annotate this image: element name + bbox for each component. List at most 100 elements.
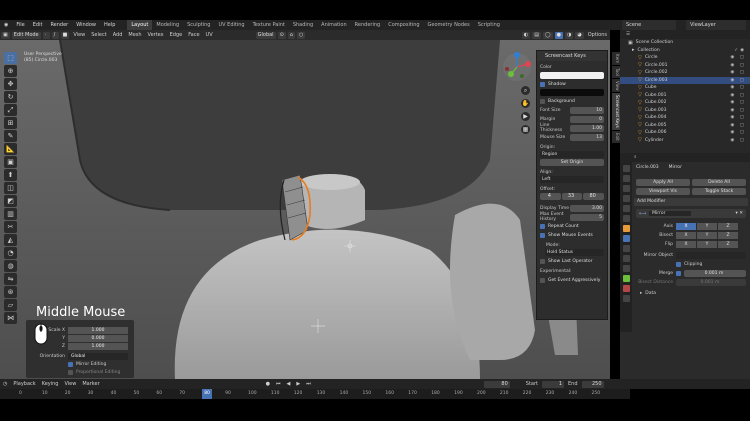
show-last-operator-toggle[interactable]: Show Last Operator (540, 257, 604, 265)
workspace-tab-uv-editing[interactable]: UV Editing (214, 20, 248, 30)
repeat-count-toggle[interactable]: Repeat Count (540, 222, 604, 230)
move-icon[interactable]: ✥ (4, 78, 17, 90)
align-dropdown[interactable]: Left (540, 176, 604, 183)
shear-icon[interactable]: ▱ (4, 299, 17, 311)
workspace-tab-compositing[interactable]: Compositing (384, 20, 423, 30)
show-mouse-toggle[interactable]: Show Mouse Events (540, 231, 604, 239)
proportional-editing-checkbox[interactable] (68, 369, 73, 375)
workspace-tab-rendering[interactable]: Rendering (351, 20, 385, 30)
play-reverse-icon[interactable]: ◀ (284, 379, 294, 389)
visibility-icon[interactable]: ◉ ▢ (730, 93, 750, 98)
outliner-item[interactable]: ▽ Circle.002 ◉ ▢ (620, 69, 750, 77)
inset-icon[interactable]: ◫ (4, 182, 17, 194)
outliner-item[interactable]: ▽ Circle.001 ◉ ▢ (620, 62, 750, 70)
menu-window[interactable]: Window (72, 20, 100, 30)
screencast-panel-title[interactable]: Screencast Keys (537, 51, 607, 61)
shadow-color-swatch[interactable] (540, 89, 604, 96)
outliner-item[interactable]: ▽ Cube.004 ◉ ▢ (620, 114, 750, 122)
world-tab-icon[interactable] (622, 215, 630, 222)
outliner-item[interactable]: ▽ Cube.003 ◉ ▢ (620, 107, 750, 115)
proportional-editing-row[interactable]: Proportional Editing (26, 368, 134, 376)
edge-select-icon[interactable]: / (51, 31, 59, 39)
xray-icon[interactable]: ▤ (532, 31, 541, 39)
bisect-distance-field[interactable]: 0.001 m (676, 278, 746, 286)
loop-cut-icon[interactable]: ▥ (4, 208, 17, 220)
viewport-vis-button[interactable]: Viewport Vis (636, 188, 690, 195)
workspace-tab-layout[interactable]: Layout (127, 20, 153, 30)
shading-solid-icon[interactable]: ● (554, 31, 563, 39)
sidebar-tab-screencast[interactable]: Screencast Keys (612, 93, 620, 131)
bevel-icon[interactable]: ◩ (4, 195, 17, 207)
visibility-icon[interactable]: ◉ ▢ (730, 100, 750, 105)
visibility-icon[interactable]: ◉ ▢ (730, 85, 750, 90)
outliner-item[interactable]: ▽ Cube.006 ◉ ▢ (620, 129, 750, 137)
get-event-checkbox[interactable] (540, 277, 545, 283)
origin-dropdown[interactable]: Region (540, 151, 604, 158)
workspace-tab-animation[interactable]: Animation (317, 20, 351, 30)
mouse-size-field[interactable]: 13 (570, 133, 604, 141)
start-frame-field[interactable]: 1 (542, 380, 564, 388)
mirror-modifier-header[interactable]: ⟷ Mirror ▾ ✕ (636, 209, 746, 218)
shading-rendered-icon[interactable]: ◕ (575, 31, 584, 39)
menu-uv[interactable]: UV (203, 30, 216, 40)
flip-z-toggle[interactable]: Z (718, 240, 738, 248)
offset-z-field[interactable]: 80 (583, 193, 605, 200)
menu-render[interactable]: Render (46, 20, 72, 30)
extrude-icon[interactable]: ⬆ (4, 169, 17, 181)
collection-row[interactable]: ▸ Collection ✓◉ (620, 47, 750, 55)
menu-vertex[interactable]: Vertex (145, 30, 167, 40)
particles-tab-icon[interactable] (622, 245, 630, 252)
outliner-filter-icon[interactable]: ☰ (626, 32, 630, 37)
toggle-stack-button[interactable]: Toggle Stack (692, 188, 746, 195)
visibility-icon[interactable]: ◉ ▢ (730, 78, 750, 83)
visibility-icon[interactable]: ◉ ▢ (730, 130, 750, 135)
add-modifier-dropdown[interactable]: Add Modifier (634, 198, 748, 206)
edge-slide-icon[interactable]: ⇋ (4, 273, 17, 285)
end-frame-field[interactable]: 250 (581, 380, 604, 388)
data-subpanel[interactable]: ▸ Data (636, 289, 746, 297)
face-select-icon[interactable]: ■ (60, 31, 70, 39)
view-layer-selector[interactable]: ViewLayer (686, 20, 746, 30)
jump-end-icon[interactable]: ⏭ (303, 379, 314, 389)
select-box-icon[interactable]: ⬚ (4, 52, 17, 64)
workspace-tab-shading[interactable]: Shading (289, 20, 317, 30)
font-size-field[interactable]: 10 (570, 106, 604, 114)
offset-y-field[interactable]: 33 (561, 193, 583, 200)
bisect-y-toggle[interactable]: Y (697, 231, 717, 239)
modifier-tab-icon[interactable] (622, 235, 630, 242)
overlay-icon[interactable]: ◐ (521, 31, 531, 39)
play-icon[interactable]: ▶ (293, 379, 303, 389)
show-mouse-checkbox[interactable] (540, 232, 545, 238)
menu-view[interactable]: View (70, 30, 88, 40)
menu-file[interactable]: File (12, 20, 28, 30)
scale-x-field[interactable]: 1.000 (68, 326, 128, 334)
visibility-icon[interactable]: ◉ ▢ (730, 138, 750, 143)
scene-tab-icon[interactable] (622, 205, 630, 212)
outliner-item[interactable]: ▽ Cube.005 ◉ ▢ (620, 122, 750, 130)
background-checkbox[interactable] (540, 98, 545, 104)
blender-logo-icon[interactable]: ◉ (0, 20, 12, 30)
offset-x-field[interactable]: 4 (540, 193, 561, 200)
mirror-editing-row[interactable]: Mirror Editing (26, 360, 134, 368)
flip-y-toggle[interactable]: Y (697, 240, 717, 248)
smooth-icon[interactable]: ◍ (4, 260, 17, 272)
scale-z-field[interactable]: 1.000 (68, 342, 128, 350)
tool-tab-icon[interactable] (622, 165, 630, 172)
data-tab-icon[interactable] (622, 275, 630, 282)
zoom-icon[interactable]: ⌕ (521, 86, 530, 95)
outliner-item[interactable]: ▽ Cube.001 ◉ ▢ (620, 92, 750, 100)
mode-selector[interactable]: Edit Mode (11, 31, 41, 39)
spin-icon[interactable]: ◔ (4, 247, 17, 259)
visibility-icon[interactable]: ◉ ▢ (730, 115, 750, 120)
visibility-icon[interactable]: ◉ ▢ (730, 108, 750, 113)
pivot-icon[interactable]: ⊙ (277, 31, 286, 39)
physics-tab-icon[interactable] (622, 255, 630, 262)
poly-build-icon[interactable]: ◭ (4, 234, 17, 246)
scene-collection-row[interactable]: ▣ Scene Collection (620, 39, 750, 47)
render-tab-icon[interactable] (622, 175, 630, 182)
visibility-icon[interactable]: ◉ ▢ (730, 70, 750, 75)
outliner-item[interactable]: ▽ Cube ◉ ▢ (620, 84, 750, 92)
texture-tab-icon[interactable] (622, 295, 630, 302)
shadow-toggle[interactable]: Shadow (540, 80, 604, 88)
view-layer-tab-icon[interactable] (622, 195, 630, 202)
